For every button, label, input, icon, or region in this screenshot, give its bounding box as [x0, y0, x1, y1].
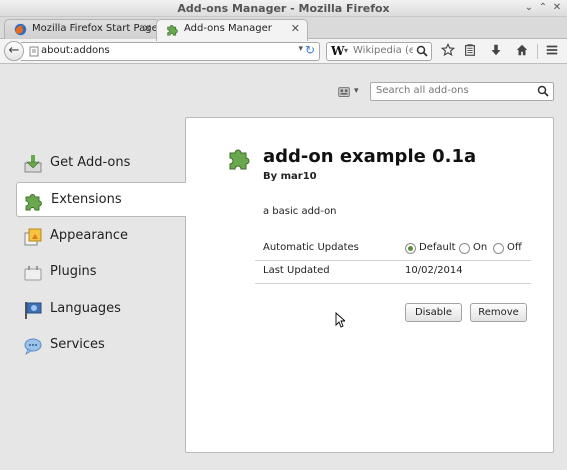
url-bar[interactable]: about:addons ▾ ↻	[21, 42, 320, 61]
reading-list-icon[interactable]	[462, 43, 478, 59]
services-icon	[24, 338, 42, 355]
category-services[interactable]: Services	[16, 328, 186, 363]
bookmark-star-icon[interactable]	[440, 42, 456, 59]
search-icon[interactable]	[537, 85, 549, 97]
get-addons-icon	[24, 155, 42, 173]
page-identity-icon	[29, 46, 39, 57]
toolbar-separator	[537, 44, 538, 59]
automatic-updates-label: Automatic Updates	[263, 242, 359, 253]
url-history-dropdown-icon[interactable]: ▾	[298, 44, 303, 54]
languages-icon	[25, 302, 42, 319]
category-label: Plugins	[50, 264, 97, 279]
remove-button[interactable]: Remove	[470, 303, 527, 322]
window-title: Add-ons Manager - Mozilla Firefox	[177, 2, 390, 15]
tab-label: Mozilla Firefox Start Page	[32, 23, 158, 34]
download-icon[interactable]	[488, 43, 504, 59]
reload-icon[interactable]: ↻	[305, 43, 315, 57]
search-input[interactable]	[353, 45, 413, 56]
addon-search-input[interactable]	[376, 85, 536, 96]
addon-creator: By mar10	[263, 171, 317, 182]
tab-close-button[interactable]: ✕	[143, 20, 152, 38]
search-engine-icon[interactable]: W	[331, 44, 344, 58]
addon-name: add-on example 0.1a	[263, 146, 477, 167]
radio-label[interactable]: Off	[507, 242, 522, 253]
disable-button[interactable]: Disable	[405, 303, 462, 322]
appearance-icon	[24, 228, 42, 246]
tab-label: Add-ons Manager	[184, 23, 272, 34]
category-label: Languages	[50, 301, 121, 316]
category-languages[interactable]: Languages	[16, 292, 186, 327]
back-button[interactable]: ←	[4, 41, 24, 61]
category-extensions[interactable]: Extensions	[16, 182, 186, 217]
radio-button[interactable]	[459, 243, 470, 254]
mouse-cursor-icon	[335, 312, 345, 328]
category-label: Services	[50, 337, 105, 352]
last-updated-value: 10/02/2014	[405, 265, 463, 276]
tab-firefox-start-page[interactable]: Mozilla Firefox Start Page ✕	[4, 19, 160, 40]
puzzle-icon	[167, 25, 178, 36]
radio-label[interactable]: Default	[419, 242, 456, 253]
addon-puzzle-icon	[229, 149, 250, 170]
puzzle-icon	[25, 194, 42, 211]
search-icon[interactable]	[416, 45, 428, 57]
category-plugins[interactable]: Plugins	[16, 255, 186, 290]
tab-addons-manager[interactable]: Add-ons Manager ✕	[156, 19, 308, 41]
title-bar: Add-ons Manager - Mozilla Firefox ⌄ ⌃ ✕	[0, 0, 567, 17]
category-appearance[interactable]: Appearance	[16, 219, 186, 254]
tab-close-button[interactable]: ✕	[291, 20, 300, 38]
addon-search-box[interactable]	[370, 82, 554, 101]
radio-button[interactable]	[405, 243, 416, 254]
home-icon[interactable]	[514, 43, 530, 59]
close-window-button[interactable]: ✕	[550, 1, 564, 15]
plugin-icon	[24, 266, 42, 281]
chevron-down-icon[interactable]: ▾	[344, 46, 348, 55]
tab-strip: Mozilla Firefox Start Page ✕ Add-ons Man…	[0, 17, 567, 52]
minimize-button[interactable]: ⌄	[522, 1, 536, 15]
category-label: Get Add-ons	[50, 155, 131, 170]
category-get-addons[interactable]: Get Add-ons	[16, 146, 186, 181]
row-divider	[255, 283, 531, 284]
maximize-button[interactable]: ⌃	[536, 1, 550, 15]
gear-icon	[338, 87, 350, 97]
radio-button[interactable]	[493, 243, 504, 254]
category-label: Extensions	[51, 192, 122, 207]
firefox-icon	[14, 23, 27, 36]
addon-description: a basic add-on	[263, 206, 337, 217]
menu-icon[interactable]	[544, 43, 560, 59]
last-updated-label: Last Updated	[263, 265, 330, 276]
category-label: Appearance	[50, 228, 129, 243]
tools-menu-button[interactable]: ▾	[337, 84, 363, 102]
search-bar[interactable]: W ▾	[326, 42, 432, 61]
radio-label[interactable]: On	[473, 242, 487, 253]
row-divider	[255, 260, 531, 261]
chevron-down-icon: ▾	[354, 86, 359, 96]
navigation-bar: about:addons ▾ ↻ ← W ▾	[0, 39, 567, 64]
url-text[interactable]: about:addons	[41, 45, 110, 56]
